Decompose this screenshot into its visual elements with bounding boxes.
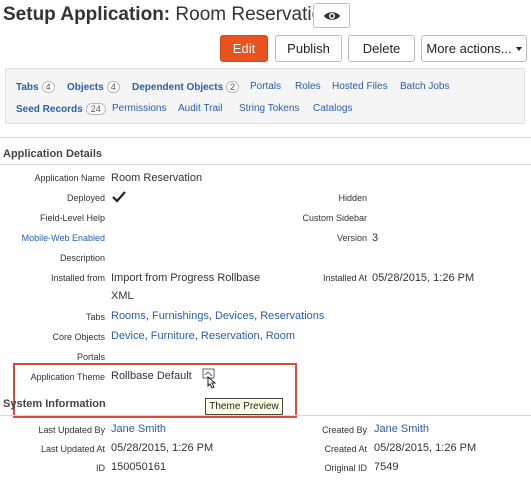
last-updated-by-link[interactable]: Jane Smith (111, 423, 166, 435)
tab-link-furnishings[interactable]: Furnishings (152, 310, 209, 322)
hidden-label: Hidden (338, 193, 367, 203)
installed-from-label: Installed from (50, 273, 105, 283)
app-name-label: Application Name (34, 173, 105, 183)
tab-label: Roles (295, 81, 321, 92)
chevron-down-icon (515, 46, 522, 51)
page-title: Setup Application: Room Reservation (3, 4, 333, 26)
description-label: Description (59, 253, 105, 263)
tab-roles[interactable]: Roles (295, 81, 321, 92)
mobile-web-enabled-label[interactable]: Mobile-Web Enabled (22, 233, 105, 243)
tab-hosted-files[interactable]: Hosted Files (332, 81, 388, 92)
tab-objects[interactable]: Objects 4 (67, 81, 120, 93)
tab-tabs[interactable]: Tabs 4 (16, 81, 55, 93)
tab-label: String Tokens (239, 103, 300, 114)
id-value: 150050161 (111, 461, 167, 473)
object-link-room[interactable]: Room (266, 330, 295, 342)
created-at-label: Created At (324, 444, 367, 454)
original-id-value: 7549 (374, 461, 399, 473)
related-tabs-panel: Tabs 4 Objects 4 Dependent Objects 2 Por… (5, 68, 525, 124)
id-label: ID (96, 463, 105, 473)
divider (0, 164, 531, 165)
tab-seed-records[interactable]: Seed Records 24 (16, 103, 106, 115)
object-link-furniture[interactable]: Furniture (151, 330, 195, 342)
original-id-label: Original ID (324, 463, 367, 473)
created-by-label: Created By (321, 425, 367, 435)
last-updated-by-label: Last Updated By (38, 425, 105, 435)
more-actions-button[interactable]: More actions... (421, 35, 527, 62)
count-badge: 24 (85, 103, 106, 115)
deployed-label: Deployed (66, 193, 105, 203)
tab-label: Tabs (16, 81, 39, 93)
eye-icon (323, 11, 340, 20)
tab-link-rooms[interactable]: Rooms (111, 310, 146, 322)
field-level-help-label: Field-Level Help (39, 213, 105, 223)
tab-batch-jobs[interactable]: Batch Jobs (400, 81, 449, 92)
tab-label: Catalogs (313, 103, 353, 114)
custom-sidebar-label: Custom Sidebar (302, 213, 367, 223)
tab-portals[interactable]: Portals (250, 81, 281, 92)
edit-button[interactable]: Edit (220, 35, 268, 62)
last-updated-at-label: Last Updated At (40, 444, 105, 454)
section-application-details: Application Details (3, 148, 103, 160)
tabs-label: Tabs (85, 312, 105, 322)
version-label: Version (336, 233, 367, 243)
tab-link-reservations[interactable]: Reservations (260, 310, 324, 322)
tab-dependent-objects[interactable]: Dependent Objects 2 (132, 81, 240, 93)
installed-from-value-line1: Import from Progress Rollbase (111, 272, 261, 284)
created-by-link[interactable]: Jane Smith (374, 423, 429, 435)
object-link-reservation[interactable]: Reservation (201, 330, 260, 342)
tab-label: Batch Jobs (400, 81, 450, 92)
tab-audit-trail[interactable]: Audit Trail (178, 103, 222, 114)
tab-catalogs[interactable]: Catalogs (313, 103, 352, 114)
divider (0, 415, 531, 416)
tab-string-tokens[interactable]: String Tokens (239, 103, 299, 114)
section-system-information: System Information (3, 398, 106, 410)
more-actions-label: More actions... (426, 41, 512, 56)
divider (0, 137, 531, 138)
count-badge: 4 (106, 81, 120, 93)
last-updated-at-value: 05/28/2015, 1:26 PM (111, 442, 214, 454)
object-link-device[interactable]: Device (111, 330, 145, 342)
tab-label: Seed Records (16, 103, 83, 115)
version-value: 3 (372, 232, 379, 244)
publish-button[interactable]: Publish (275, 35, 342, 62)
tabs-links: Rooms, Furnishings, Devices, Reservation… (111, 310, 325, 322)
delete-button[interactable]: Delete (348, 35, 415, 62)
core-objects-links: Device, Furniture, Reservation, Room (111, 330, 296, 342)
theme-preview-tooltip: Theme Preview (205, 398, 283, 415)
installed-from-value-line2: XML (111, 290, 134, 302)
tab-link-devices[interactable]: Devices (215, 310, 254, 322)
tab-label: Hosted Files (332, 81, 388, 92)
portals-label: Portals (76, 352, 105, 362)
checkmark-icon (112, 191, 126, 203)
tab-label: Dependent Objects (132, 81, 224, 93)
count-badge: 4 (41, 81, 55, 93)
tab-permissions[interactable]: Permissions (112, 103, 166, 114)
installed-at-label: Installed At (322, 273, 367, 283)
tab-label: Objects (67, 81, 104, 93)
page-title-app-name: Room Reservation (175, 4, 333, 25)
tab-label: Permissions (112, 103, 167, 114)
app-name-value: Room Reservation (111, 172, 203, 184)
created-at-value: 05/28/2015, 1:26 PM (374, 442, 477, 454)
tab-label: Portals (250, 81, 282, 92)
installed-at-value: 05/28/2015, 1:26 PM (372, 272, 475, 284)
count-badge: 2 (226, 81, 240, 93)
tab-label: Audit Trail (178, 103, 223, 114)
view-app-button[interactable] (313, 3, 350, 28)
core-objects-label: Core Objects (52, 332, 105, 342)
page-title-prefix: Setup Application: (3, 4, 171, 25)
